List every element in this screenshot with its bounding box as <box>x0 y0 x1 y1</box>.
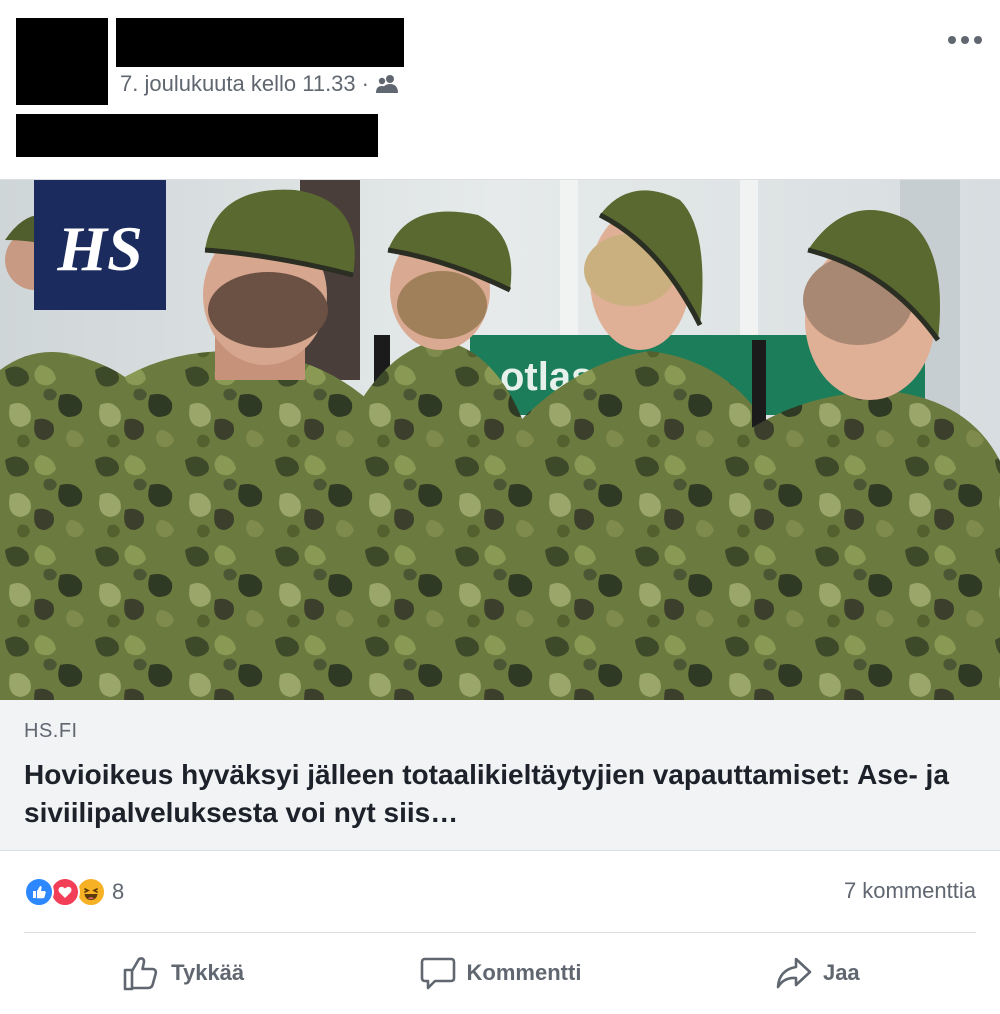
link-title[interactable]: Hovioikeus hyväksyi jälleen totaalikielt… <box>24 756 974 832</box>
action-divider <box>24 932 976 933</box>
author-name-redacted[interactable] <box>116 18 404 67</box>
post-actions: Tykkää Kommentti Jaa <box>24 940 976 1006</box>
comment-button[interactable]: Kommentti <box>341 940 658 1006</box>
meta-separator: · <box>361 71 369 96</box>
friends-icon[interactable] <box>375 74 399 94</box>
thumbs-up-icon <box>123 957 158 991</box>
author-avatar-redacted[interactable] <box>16 18 108 105</box>
post-timestamp[interactable]: 7. joulukuuta kello 11.33 <box>120 71 356 97</box>
comment-icon <box>420 957 455 990</box>
like-button-label: Tykkää <box>171 960 245 985</box>
share-button-label: Jaa <box>822 960 860 985</box>
hs-logo-text: HS <box>56 213 142 284</box>
more-options-icon[interactable] <box>948 26 982 54</box>
comment-button-label: Kommentti <box>466 960 582 985</box>
reactions-summary[interactable]: 8 <box>24 876 124 908</box>
link-preview-image[interactable]: otlas HS <box>0 179 1000 700</box>
post-meta: 7. joulukuuta kello 11.33 · <box>120 70 399 98</box>
comments-count-link[interactable]: 7 kommenttia <box>844 878 976 904</box>
post-text-redacted <box>16 114 378 157</box>
share-arrow-icon <box>776 957 812 989</box>
like-button[interactable]: Tykkää <box>24 940 341 1006</box>
like-reaction-icon <box>24 877 54 907</box>
link-preview-card[interactable]: HS.FI Hovioikeus hyväksyi jälleen totaal… <box>0 700 1000 851</box>
reaction-count: 8 <box>112 879 125 904</box>
share-button[interactable]: Jaa <box>659 940 976 1006</box>
haha-reaction-icon <box>76 877 106 907</box>
feed-post: 7. joulukuuta kello 11.33 · otlas HS HS.… <box>0 0 1000 1014</box>
love-reaction-icon <box>50 877 80 907</box>
link-domain: HS.FI <box>24 720 78 742</box>
